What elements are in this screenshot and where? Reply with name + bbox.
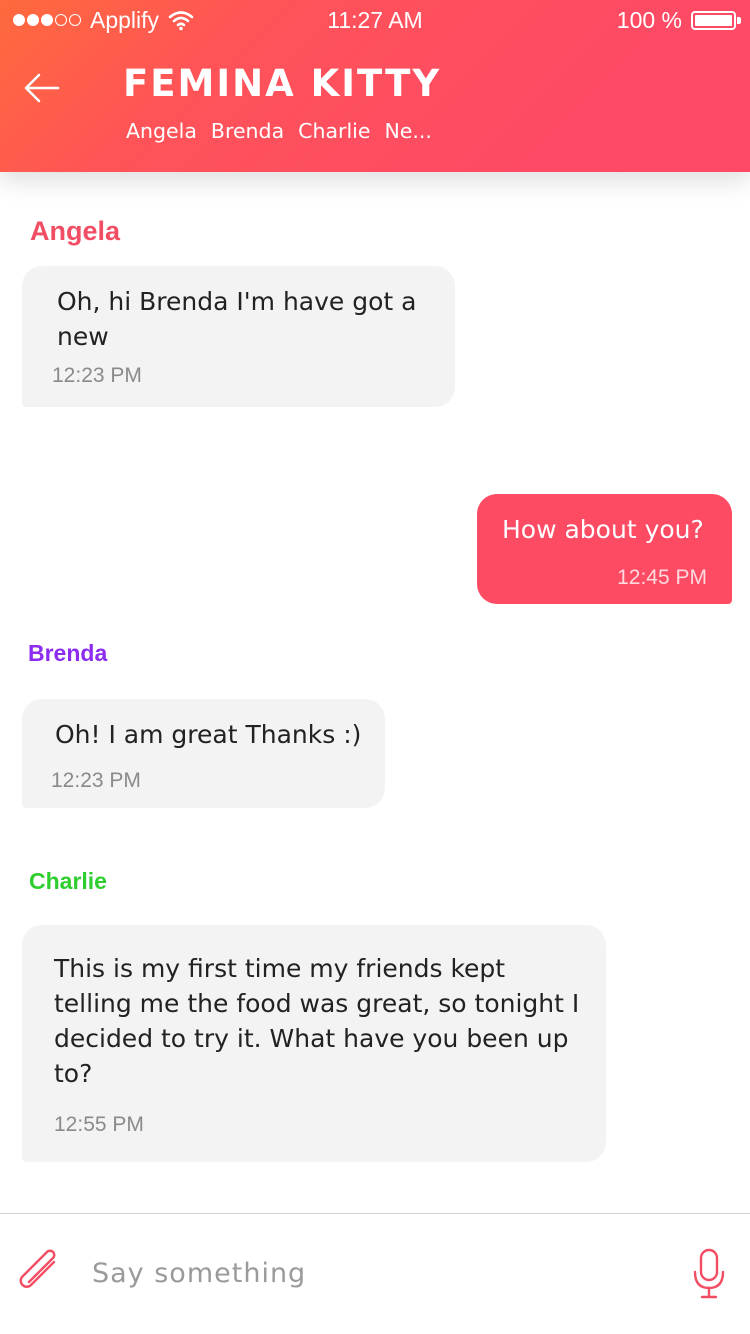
member-name: Charlie [298, 119, 371, 143]
member-name: Ne... [384, 119, 432, 143]
microphone-icon[interactable] [692, 1248, 726, 1300]
member-name: Angela [126, 119, 197, 143]
message-text: This is my first time my friends kept te… [54, 954, 580, 1088]
chat-title: FEMINA KITTY [123, 62, 442, 105]
message-composer [0, 1213, 750, 1334]
message-bubble-outgoing[interactable]: How about you? 12:45 PM [477, 494, 732, 604]
message-bubble[interactable]: This is my first time my friends kept te… [22, 925, 606, 1162]
message-list[interactable]: Angela Oh, hi Brenda I'm have got a new … [0, 172, 750, 1212]
message-bubble[interactable]: Oh, hi Brenda I'm have got a new 12:23 P… [22, 266, 455, 407]
battery-percentage: 100 % [616, 7, 682, 33]
chat-header: Applify 11:27 AM 100 % FEMINA KITTY Ange… [0, 0, 750, 172]
sender-name: Brenda [28, 640, 108, 666]
message-time: 12:45 PM [617, 566, 707, 589]
back-arrow-icon[interactable] [22, 68, 62, 108]
member-name: Brenda [210, 119, 285, 143]
battery-icon [691, 11, 736, 30]
status-bar: Applify 11:27 AM 100 % [0, 0, 750, 42]
paperclip-icon[interactable] [14, 1248, 64, 1298]
member-list[interactable]: Angela Brenda Charlie Ne... [126, 119, 432, 143]
message-bubble[interactable]: Oh! I am great Thanks :) 12:23 PM [22, 699, 385, 808]
sender-name: Charlie [29, 868, 107, 894]
message-text: Oh! I am great Thanks :) [55, 720, 362, 749]
message-time: 12:23 PM [51, 769, 141, 792]
message-input[interactable] [92, 1246, 652, 1300]
message-text: Oh, hi Brenda I'm have got a new [57, 287, 417, 351]
sender-name: Angela [30, 216, 121, 246]
message-text: How about you? [502, 515, 704, 544]
message-time: 12:55 PM [54, 1113, 144, 1136]
battery-tip [737, 17, 741, 24]
message-time: 12:23 PM [52, 364, 142, 387]
